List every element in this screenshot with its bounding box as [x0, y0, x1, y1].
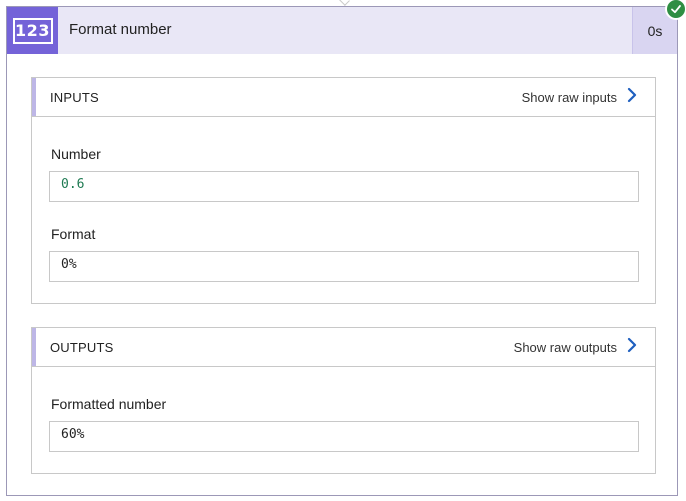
section-accent-bar: [32, 328, 36, 366]
inputs-section-header: INPUTS Show raw inputs: [32, 78, 655, 117]
success-check-icon: [665, 0, 686, 20]
formatted-number-value[interactable]: 60%: [49, 421, 639, 452]
formatted-number-label: Formatted number: [51, 396, 167, 412]
format-field-value[interactable]: 0%: [49, 251, 639, 282]
number-format-icon: 123: [7, 7, 58, 54]
show-raw-inputs-link[interactable]: Show raw inputs: [522, 87, 637, 108]
outputs-heading: OUTPUTS: [50, 340, 114, 355]
show-raw-inputs-label: Show raw inputs: [521, 90, 617, 105]
section-accent-bar: [32, 78, 36, 116]
flow-connector-arrow: [337, 0, 350, 6]
number-field-label: Number: [51, 146, 101, 162]
icon-badge-text: 123: [12, 17, 53, 44]
chevron-right-icon: [627, 337, 637, 358]
action-header[interactable]: 123 Format number 0s: [7, 7, 677, 54]
show-raw-outputs-label: Show raw outputs: [513, 340, 617, 355]
action-card: 123 Format number 0s INPUTS Show raw inp…: [6, 6, 678, 496]
outputs-section: OUTPUTS Show raw outputs Formatted numbe…: [31, 327, 656, 474]
chevron-right-icon: [627, 87, 637, 108]
outputs-section-header: OUTPUTS Show raw outputs: [32, 328, 655, 367]
number-field-value[interactable]: 0.6: [49, 171, 639, 202]
action-title: Format number: [69, 21, 172, 38]
format-field-label: Format: [51, 226, 96, 242]
inputs-section: INPUTS Show raw inputs Number 0.6 Format…: [31, 77, 656, 304]
show-raw-outputs-link[interactable]: Show raw outputs: [514, 337, 637, 358]
inputs-heading: INPUTS: [50, 90, 99, 105]
